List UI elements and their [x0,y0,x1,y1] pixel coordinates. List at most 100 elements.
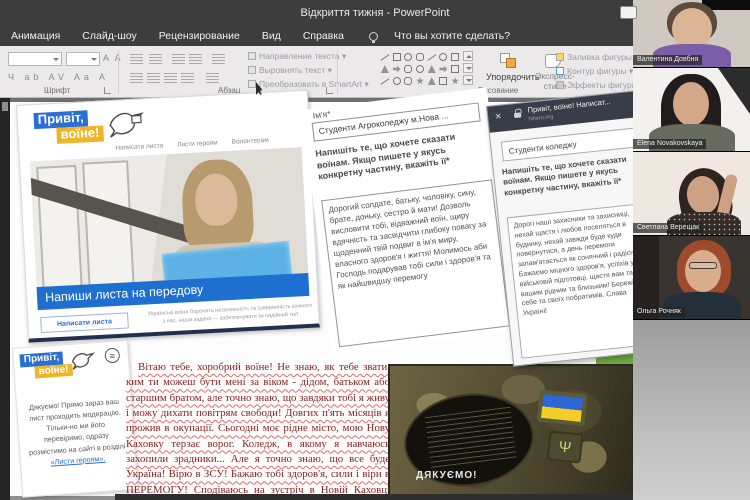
soldier-video-frame[interactable]: Ψ ДЯКУЄМО! [388,364,634,498]
shape-fill-icon [556,53,564,61]
align-text-icon [248,66,256,74]
bullets-icon[interactable] [130,54,143,65]
shape-line-icon[interactable] [380,54,389,61]
numbering-icon[interactable] [149,54,162,65]
shapes-scroll-up[interactable] [463,51,473,61]
dove-icon [69,347,97,373]
font-size-combo[interactable] [66,52,100,66]
site-logo: Привіт, воїне! [33,109,103,144]
slide-right-lower-area [633,320,750,500]
tab-view[interactable]: Вид [251,26,292,46]
shape-star2-icon[interactable] [451,77,459,85]
shape-oval-icon[interactable] [404,53,412,61]
shape-fill-button[interactable]: Заливка фигуры ▾ [556,52,639,63]
shape-curve-icon[interactable] [380,78,389,85]
shape-rect3-icon[interactable] [451,65,459,73]
participant-video-4[interactable]: Ольга Рочняк [633,236,750,320]
tell-me-box[interactable]: Что вы хотите сделать? [383,26,521,46]
dove-letter-icon [105,105,147,141]
convert-smartart-button[interactable]: Преобразовать в SmartArt ▾ [248,79,369,90]
justify-icon[interactable] [181,73,194,84]
meeting-control-chip[interactable] [620,6,637,19]
shape-star-icon[interactable] [416,77,424,85]
avatar [685,250,721,292]
site-screenshot-form: Ім'я* Студенти Агроколеджу м.Нова ... На… [302,87,517,354]
shapes-scroll-down[interactable] [463,63,473,73]
glasses [689,262,717,269]
shape-arrow2-icon[interactable] [439,65,447,73]
paragraph-dialog-launcher-icon[interactable] [326,87,333,94]
flag-patch [536,390,587,427]
align-text-button[interactable]: Выровнять текст ▾ [248,65,332,76]
slide-bottom-edge [115,494,640,500]
moderation-text: Дякуємо! Прямо зараз ваш лист проходить … [25,395,127,469]
tell-me-bulb-icon [369,32,378,41]
align-center-icon[interactable] [147,73,160,84]
shape-outline-icon [556,67,564,75]
trident-patch: Ψ [547,430,584,463]
shape-triangle2-icon[interactable] [428,65,436,73]
close-tab-icon[interactable]: × [495,110,503,123]
shape-triangle-icon[interactable] [381,65,389,73]
shape-rounded2-icon[interactable] [404,65,412,73]
line-spacing-icon[interactable] [212,54,225,65]
align-right-icon[interactable] [164,73,177,84]
shapes-gallery[interactable] [379,51,461,89]
thanks-logo: Привіт, воїне! [19,351,72,380]
tab-help[interactable]: Справка [292,26,355,46]
font-group-label: Шрифт [44,86,70,95]
participant-video-3[interactable]: Светлана Верещак [633,152,750,236]
lock-icon [514,112,521,118]
tab-slideshow[interactable]: Слайд-шоу [71,26,147,46]
font-dialog-launcher-icon[interactable] [104,87,111,94]
write-letter-button[interactable]: Написати листа [40,312,129,333]
shape-oval2-icon[interactable] [439,53,447,61]
nav-letters-to-heroes[interactable]: Листи героям [177,140,218,149]
nav-write-letter[interactable]: Написати листа [115,142,163,151]
font-name-combo[interactable] [8,52,62,66]
phone-tab-url: hihero.org [528,114,553,123]
participant-video-1[interactable]: Валентина Довбня [633,0,750,68]
align-left-icon[interactable] [130,73,143,84]
video-caption: ДЯКУЄМО! [416,470,477,481]
decrease-indent-icon[interactable] [172,54,185,65]
site-logo-bottom: воїне! [56,125,104,143]
shape-effects-icon [556,81,564,89]
window-pane [82,160,135,294]
arrange-button[interactable]: Упорядочить [486,72,540,82]
nav-volunteers[interactable]: Волонтерам [231,137,268,146]
tab-animation[interactable]: Анимация [0,26,71,46]
letters-to-heroes-link[interactable]: «Листи героям». [50,454,105,467]
hamburger-menu-icon[interactable]: ≡ [104,348,120,364]
student-letter-text: Вітаю тебе, хоробрий воїне! Не знаю, як … [126,360,390,500]
shape-effects-button[interactable]: Эффекты фигуры ▾ [556,80,645,91]
text-direction-icon [248,52,256,60]
shape-rect2-icon[interactable] [451,53,459,61]
shapes-gallery-more[interactable] [463,75,473,85]
shape-oval3-icon[interactable] [416,65,424,73]
window-left-edge [0,98,10,500]
shape-rounded3-icon[interactable] [404,77,412,85]
arrange-icon [500,53,518,69]
shape-rounded-rect-icon[interactable] [416,53,424,61]
columns-icon[interactable] [206,73,219,84]
message-textarea[interactable]: Дорогий солдате, батьку, чоловіку, сину,… [321,179,510,347]
grow-shrink-font-icons[interactable]: A A [103,53,123,63]
font-style-icons[interactable]: Ч ab AV Aa A [8,72,109,82]
smartart-icon [248,80,256,88]
participant-name: Светлана Верещак [633,223,703,233]
shape-rect4-icon[interactable] [439,77,447,85]
shape-outline-button[interactable]: Контур фигуры ▾ [556,66,633,77]
shape-oval4-icon[interactable] [393,77,401,85]
shape-line2-icon[interactable] [427,54,436,61]
participants-panel: Валентина Довбня Elena Novakovskaya Свет… [633,0,750,320]
shape-triangle3-icon[interactable] [428,77,436,85]
thanks-logo-bottom: воїне! [34,363,73,378]
text-direction-button[interactable]: Направление текста ▾ [248,51,346,62]
site-screenshot-hero: Привіт, воїне! Написати листа Листи геро… [16,90,320,343]
shape-rect-icon[interactable] [393,53,401,61]
increase-indent-icon[interactable] [189,54,202,65]
participant-video-2[interactable]: Elena Novakovskaya [633,68,750,152]
tab-review[interactable]: Рецензирование [148,26,251,46]
shape-arrow-icon[interactable] [393,65,401,73]
